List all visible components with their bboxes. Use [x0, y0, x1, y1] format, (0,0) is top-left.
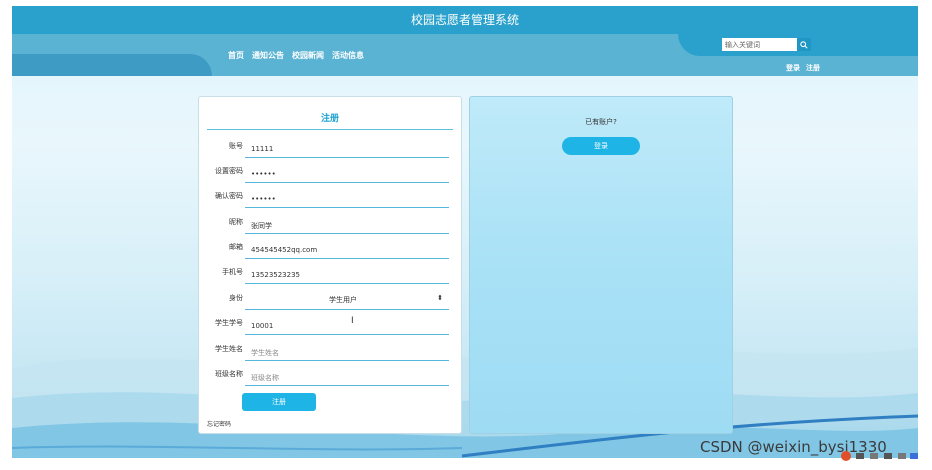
form-row-student-id: 学生学号 10001 I [199, 316, 461, 340]
field-value: 10001 [251, 322, 274, 330]
field-value: 454545452qq.com [251, 246, 318, 254]
register-title: 注册 [207, 111, 453, 130]
password-input[interactable]: •••••• [245, 164, 449, 183]
form-row-class-name: 班级名称 班级名称 [199, 367, 461, 391]
search-icon [800, 40, 808, 49]
field-placeholder: 班级名称 [251, 374, 279, 382]
form-row-identity: 身份 学生用户 ⬍ [199, 291, 461, 315]
select-value: 学生用户 [329, 296, 357, 304]
confirm-password-input[interactable]: •••••• [245, 189, 449, 208]
field-label: 昵称 [229, 218, 243, 226]
form-row-student-name: 学生姓名 学生姓名 [199, 342, 461, 366]
field-label: 设置密码 [215, 167, 243, 175]
nav-item-news[interactable]: 校园新闻 [292, 50, 324, 64]
account-input[interactable]: 11111 [245, 139, 449, 158]
field-value: •••••• [251, 170, 276, 178]
register-link[interactable]: 注册 [806, 63, 820, 73]
register-card: 注册 账号 11111 设置密码 •••••• 确认密码 •••••• 昵称 张… [198, 96, 462, 434]
student-id-input[interactable]: 10001 I [245, 316, 449, 335]
form-row-nickname: 昵称 张同学 [199, 215, 461, 239]
field-label: 班级名称 [215, 370, 243, 378]
background-waves [12, 346, 918, 458]
nav-item-home[interactable]: 首页 [228, 50, 244, 64]
nav-band-left-shape [12, 54, 212, 76]
main-nav: 首页 通知公告 校园新闻 活动信息 [228, 50, 364, 64]
nav-item-activities[interactable]: 活动信息 [332, 50, 364, 64]
form-row-account: 账号 11111 [199, 139, 461, 163]
field-value: 13523523235 [251, 271, 300, 279]
select-arrow-icon: ⬍ [437, 294, 443, 302]
field-label: 账号 [229, 142, 243, 150]
field-label: 身份 [229, 294, 243, 302]
search-input[interactable] [722, 38, 800, 51]
field-label: 邮箱 [229, 243, 243, 251]
field-label: 学生学号 [215, 319, 243, 327]
auth-links: 登录 注册 [786, 63, 820, 73]
field-label: 确认密码 [215, 192, 243, 200]
login-button[interactable]: 登录 [562, 137, 640, 155]
field-label: 学生姓名 [215, 345, 243, 353]
search-button[interactable] [797, 38, 811, 51]
login-link[interactable]: 登录 [786, 63, 800, 73]
register-submit-button[interactable]: 注册 [242, 393, 316, 411]
have-account-prompt: 已有账户? [585, 118, 617, 126]
identity-select[interactable]: 学生用户 ⬍ [245, 291, 449, 310]
phone-input[interactable]: 13523523235 [245, 265, 449, 284]
nav-item-notices[interactable]: 通知公告 [252, 50, 284, 64]
field-value: •••••• [251, 195, 276, 203]
field-label: 手机号 [222, 268, 243, 276]
text-cursor-icon: I [351, 316, 354, 326]
form-row-phone: 手机号 13523523235 [199, 265, 461, 289]
field-value: 11111 [251, 145, 274, 153]
app-frame: 校园志愿者管理系统 首页 通知公告 校园新闻 活动信息 登录 注册 注册 账号 … [12, 6, 918, 458]
forgot-password-link[interactable]: 忘记密码 [207, 419, 231, 428]
taskbar-tray-icons [841, 451, 918, 461]
form-row-password: 设置密码 •••••• [199, 164, 461, 188]
form-row-confirm-password: 确认密码 •••••• [199, 189, 461, 213]
email-input[interactable]: 454545452qq.com [245, 240, 449, 259]
login-panel: 已有账户? 登录 [469, 96, 733, 434]
form-row-email: 邮箱 454545452qq.com [199, 240, 461, 264]
student-name-input[interactable]: 学生姓名 [245, 342, 449, 361]
field-placeholder: 学生姓名 [251, 349, 279, 357]
class-name-input[interactable]: 班级名称 [245, 367, 449, 386]
field-value: 张同学 [251, 222, 272, 230]
site-title: 校园志愿者管理系统 [410, 13, 519, 27]
nickname-input[interactable]: 张同学 [245, 215, 449, 234]
